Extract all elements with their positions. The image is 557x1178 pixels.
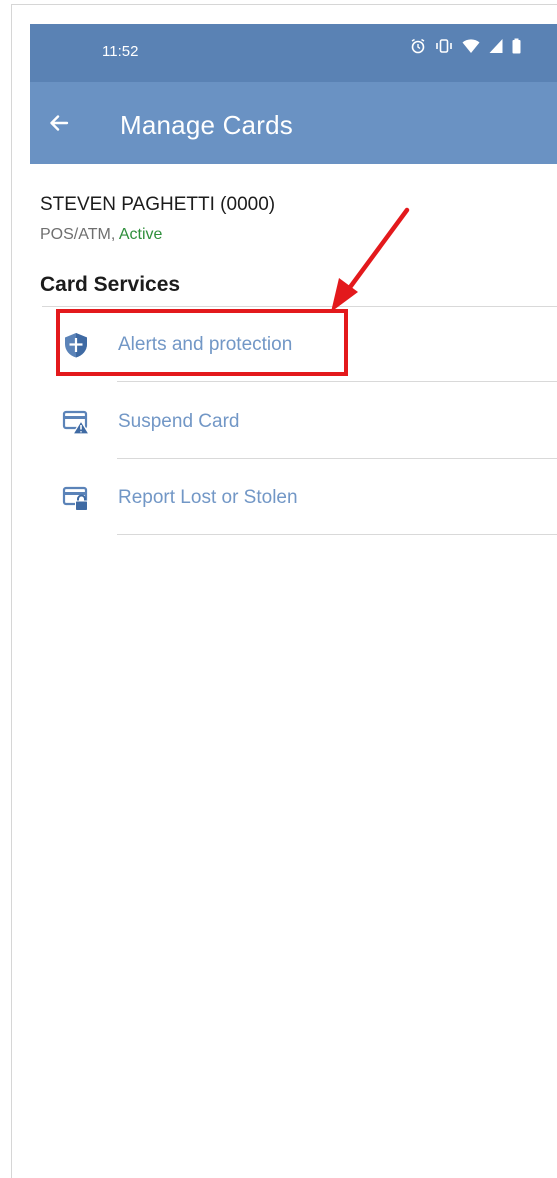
signal-icon	[489, 39, 503, 53]
back-button[interactable]	[42, 108, 76, 138]
page-title: Manage Cards	[120, 110, 293, 140]
divider	[42, 306, 557, 307]
suspend-card-item[interactable]: Suspend Card	[56, 386, 556, 458]
card-type-status: POS/ATM, Active	[40, 226, 162, 244]
card-lock-icon	[62, 486, 88, 511]
report-lost-or-stolen-item[interactable]: Report Lost or Stolen	[56, 462, 556, 534]
alerts-and-protection-item[interactable]: Alerts and protection	[56, 309, 556, 381]
divider	[117, 458, 557, 459]
report-lost-or-stolen-label: Report Lost or Stolen	[118, 487, 298, 508]
alarm-icon	[411, 38, 425, 54]
arrow-left-icon	[50, 115, 69, 131]
alerts-and-protection-label: Alerts and protection	[118, 334, 293, 355]
card-warning-icon	[62, 410, 90, 435]
card-status-badge: Active	[118, 226, 163, 243]
status-icons	[410, 38, 521, 54]
divider	[117, 534, 557, 535]
card-type: POS/ATM,	[40, 226, 119, 243]
card-holder-name: STEVEN PAGHETTI (0000)	[40, 194, 276, 215]
phone-frame	[11, 4, 557, 1178]
vibrate-icon	[436, 39, 452, 53]
status-time: 11:52	[102, 43, 139, 60]
battery-icon	[512, 38, 521, 54]
status-bar: 11:52	[30, 24, 557, 82]
wifi-icon	[462, 39, 480, 53]
divider	[117, 381, 557, 382]
suspend-card-label: Suspend Card	[118, 411, 240, 432]
app-bar: Manage Cards	[30, 82, 557, 164]
card-services-title: Card Services	[40, 273, 181, 296]
shield-icon	[65, 333, 87, 358]
